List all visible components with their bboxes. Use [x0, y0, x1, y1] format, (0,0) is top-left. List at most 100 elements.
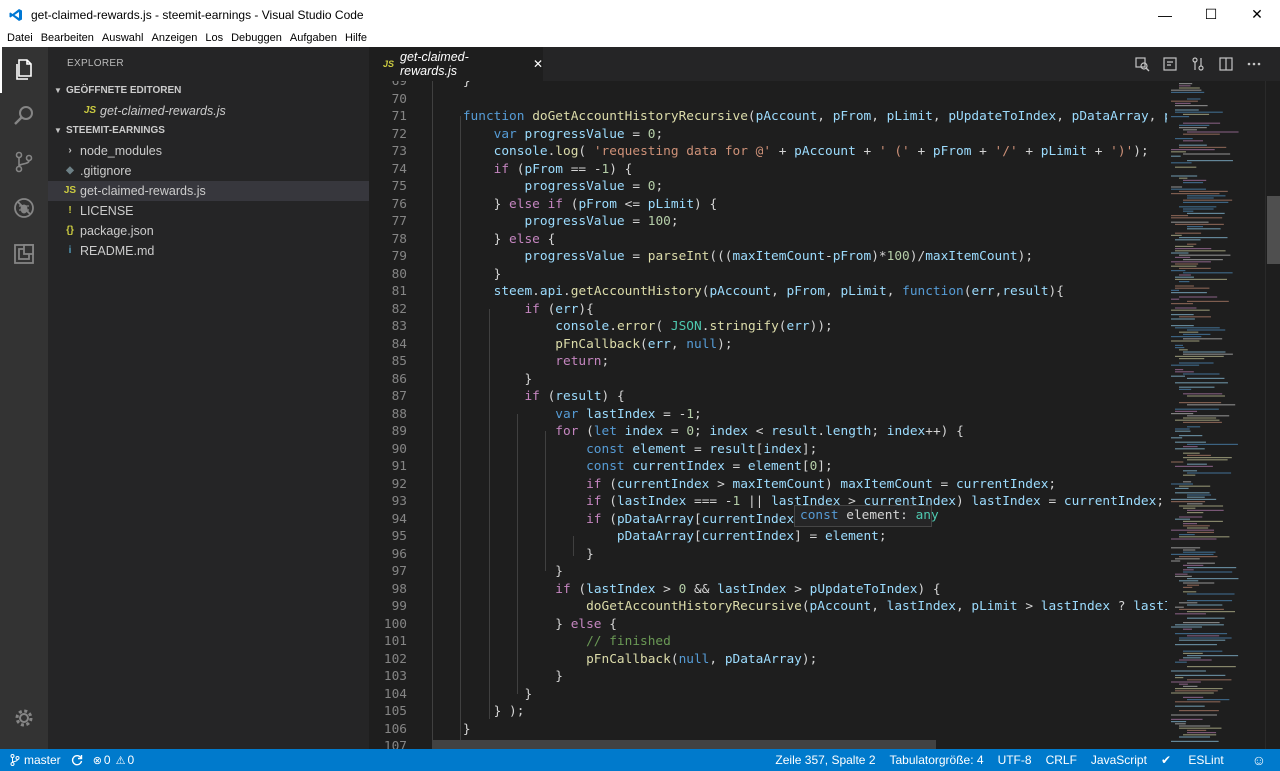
line-ending[interactable]: CRLF [1046, 753, 1077, 767]
menu-item-datei[interactable]: Datei [7, 32, 33, 44]
code-token: = [624, 126, 648, 142]
close-window-button[interactable]: ✕ [1234, 0, 1280, 29]
menu-item-los[interactable]: Los [205, 32, 223, 44]
code-token: . [817, 424, 826, 439]
more-actions-icon[interactable] [1240, 56, 1268, 72]
tab-size[interactable]: Tabulatorgröße: 4 [890, 753, 984, 767]
vertical-scrollbar[interactable] [1265, 81, 1280, 749]
window-controls: — ☐ ✕ [1142, 0, 1280, 29]
code-token: ; [694, 424, 710, 439]
search-icon[interactable] [0, 93, 48, 139]
language-mode[interactable]: JavaScript [1091, 753, 1147, 767]
code-token: function [462, 109, 525, 124]
eslint-status[interactable]: ✔ ESLint [1161, 753, 1238, 767]
code-token: + [971, 144, 995, 159]
code-token: progressValue [524, 249, 625, 264]
feedback-icon[interactable]: ☺ [1252, 752, 1266, 768]
menu-item-debuggen[interactable]: Debuggen [231, 32, 282, 44]
code-token: , [709, 651, 725, 667]
close-tab-icon[interactable]: ✕ [533, 57, 543, 71]
code-token: 100 [647, 214, 671, 229]
open-preview-icon[interactable] [1156, 56, 1184, 72]
code-token: + [855, 144, 879, 159]
menu-item-bearbeiten[interactable]: Bearbeiten [41, 32, 94, 44]
line-number: 74 [391, 161, 407, 177]
code-token: ( [539, 389, 556, 404]
code-token: error [616, 319, 656, 334]
menu-item-aufgaben[interactable]: Aufgaben [290, 32, 337, 44]
file-item[interactable]: ◆ .gitignore [48, 161, 369, 181]
branch-indicator[interactable]: master [10, 753, 61, 767]
code-token: currentIndex [632, 459, 725, 474]
source-control-icon[interactable] [0, 139, 48, 185]
code-token: const [586, 459, 625, 474]
sync-button[interactable] [71, 754, 83, 766]
code-token: maxItemCount [925, 249, 1018, 264]
code-token: ((( [709, 249, 733, 264]
code-token: currentIndex [616, 476, 710, 492]
file-label: node_modules [80, 144, 163, 158]
open-changes-icon[interactable] [1128, 56, 1156, 72]
open-editors-section[interactable]: ▼ GEÖFFNETE EDITOREN [48, 81, 369, 101]
code-token: pFrom [832, 109, 872, 124]
code-editor[interactable]: 69 } 70 71 function doGetAccountHistoryRec… [369, 81, 1167, 749]
code-token: element [824, 529, 879, 544]
compare-icon[interactable] [1184, 56, 1212, 72]
debug-icon[interactable] [0, 185, 48, 231]
code-line: 84 pFnCallback(err, null); [369, 336, 1167, 354]
line-number: 104 [383, 686, 407, 702]
code-token: pUpdateToIndex [809, 581, 918, 597]
horizontal-scrollbar[interactable] [432, 740, 936, 749]
code-token: === - [686, 494, 733, 509]
problems-indicator[interactable]: ⊗ 0 ⚠ 0 [93, 753, 134, 767]
explorer-icon[interactable] [0, 47, 48, 93]
code-token: )); [809, 319, 833, 334]
menu-item-anzeigen[interactable]: Anzeigen [151, 32, 197, 44]
line-number: 93 [391, 494, 407, 509]
open-editor-item[interactable]: JS get-claimed-rewards.js [48, 101, 369, 121]
file-item[interactable]: i README.md [48, 241, 369, 261]
code-token: pFrom [524, 161, 564, 177]
file-item[interactable]: {} package.json [48, 221, 369, 241]
maximize-button[interactable]: ☐ [1188, 0, 1234, 29]
code-token: - [824, 249, 833, 264]
code-token: , [955, 599, 972, 614]
code-token: = [624, 179, 648, 194]
minimize-button[interactable]: — [1142, 0, 1188, 29]
split-editor-icon[interactable] [1212, 56, 1240, 72]
file-label: README.md [80, 244, 155, 258]
code-token: && [686, 581, 718, 597]
file-item[interactable]: JS get-claimed-rewards.js [48, 181, 369, 201]
code-token: > [786, 581, 810, 597]
code-token: ? [1110, 599, 1134, 614]
code-token: + [1087, 144, 1111, 159]
file-item[interactable]: › node_modules [48, 141, 369, 161]
scrollbar-thumb[interactable] [1267, 196, 1280, 264]
code-token: log [555, 144, 579, 159]
file-item[interactable]: ! LICENSE [48, 201, 369, 221]
extensions-icon[interactable] [0, 231, 48, 277]
minimap[interactable] [1167, 81, 1265, 749]
encoding[interactable]: UTF-8 [998, 753, 1032, 767]
code-line: 105 } ); [369, 703, 1167, 721]
code-token: pAccount [755, 109, 818, 124]
code-line: 100 } else { [369, 616, 1167, 634]
code-token: == - [563, 161, 602, 177]
tab-get-claimed-rewards[interactable]: JS get-claimed-rewards.js ✕ [369, 47, 543, 81]
code-token: else [509, 196, 540, 212]
code-token: , [670, 336, 687, 352]
menu-item-hilfe[interactable]: Hilfe [345, 32, 367, 44]
code-line: 98 if (lastIndex > 0 && lastIndex > pUpd… [369, 581, 1167, 599]
code-token: ); [801, 651, 818, 667]
code-token: ]; [817, 459, 833, 474]
project-section[interactable]: ▼ STEEMIT-EARNINGS [48, 121, 369, 141]
code-token: lastIndex [1133, 599, 1167, 614]
gear-icon[interactable] [0, 695, 48, 741]
menu-item-auswahl[interactable]: Auswahl [102, 32, 144, 44]
cursor-position[interactable]: Zeile 357, Spalte 2 [775, 753, 875, 767]
error-icon: ⊗ [92, 754, 102, 767]
js-file-icon: JS [383, 59, 395, 69]
